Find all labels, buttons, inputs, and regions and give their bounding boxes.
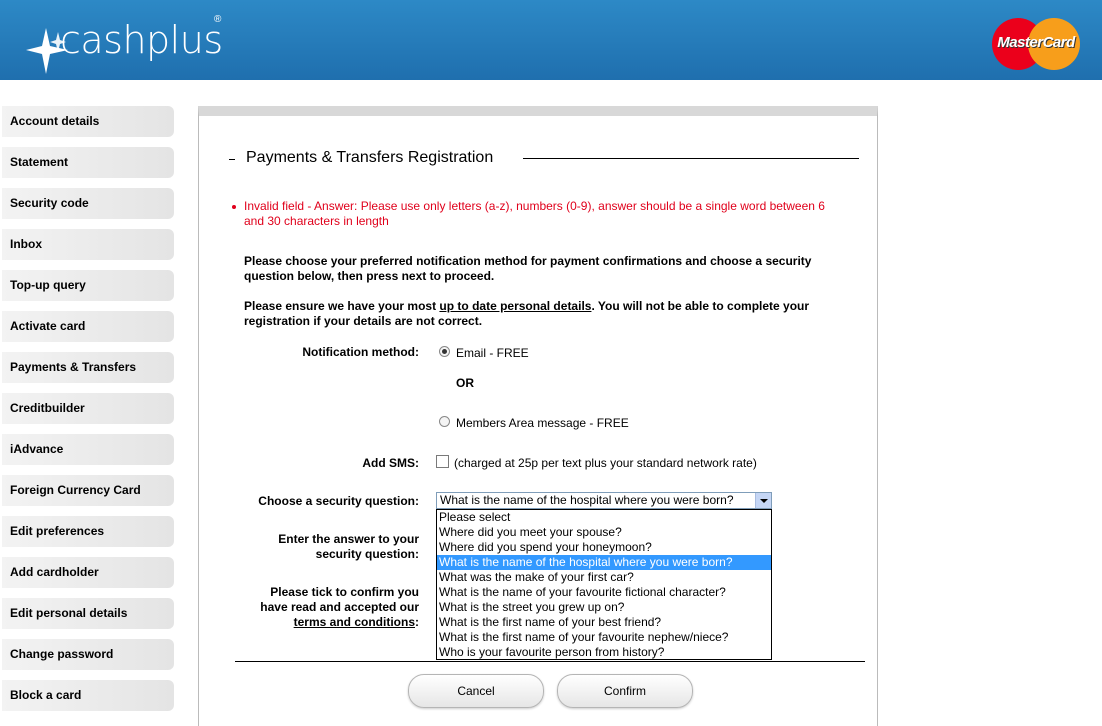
dropdown-option-selected[interactable]: What is the name of the hospital where y… [437,555,771,570]
sidebar-item-change-password[interactable]: Change password [2,639,174,670]
sidebar-item-top-up-query[interactable]: Top-up query [2,270,174,301]
terms-link[interactable]: terms and conditions [294,615,415,629]
sidebar-item-activate-card[interactable]: Activate card [2,311,174,342]
brand-name: cashplus [60,18,223,62]
mastercard-text: MasterCard [997,34,1075,51]
dropdown-option[interactable]: What is the first name of your best frie… [437,615,771,630]
registered-mark: ® [214,14,222,25]
answer-label: Enter the answer to your security questi… [240,532,419,562]
sidebar-item-security-code[interactable]: Security code [2,188,174,219]
terms-colon: : [415,615,419,629]
ensure-text: Please ensure we have your most up to da… [244,299,824,329]
sidebar-item-creditbuilder[interactable]: Creditbuilder [2,393,174,424]
personal-details-link[interactable]: up to date personal details [439,299,591,313]
page-title: Payments & Transfers Registration [240,149,500,167]
mastercard-logo: MasterCard [992,18,1080,70]
members-area-radio[interactable] [439,416,450,427]
sidebar-item-account-details[interactable]: Account details [2,106,174,137]
dropdown-option[interactable]: Please select [437,510,771,525]
email-radio[interactable] [439,346,450,357]
add-sms-label: Add SMS: [362,456,419,470]
dropdown-option[interactable]: Who is your favourite person from histor… [437,645,771,660]
sidebar-item-edit-personal-details[interactable]: Edit personal details [2,598,174,629]
dropdown-option[interactable]: What is the street you grew up on? [437,600,771,615]
confirm-button[interactable]: Confirm [557,674,693,708]
sidebar-item-add-cardholder[interactable]: Add cardholder [2,557,174,588]
security-question-value: What is the name of the hospital where y… [440,493,734,507]
fieldset-border-left [229,159,235,160]
answer-label-line2: security question: [315,547,419,561]
dropdown-option[interactable]: What was the make of your first car? [437,570,771,585]
terms-label: Please tick to confirm you have read and… [230,585,419,630]
sidebar-item-inbox[interactable]: Inbox [2,229,174,260]
ensure-prefix: Please ensure we have your most [244,299,440,313]
fieldset-border-right [523,158,859,159]
sidebar-item-foreign-currency-card[interactable]: Foreign Currency Card [2,475,174,506]
security-question-dropdown: Please select Where did you meet your sp… [436,509,772,660]
sidebar-item-edit-preferences[interactable]: Edit preferences [2,516,174,547]
security-question-select[interactable]: What is the name of the hospital where y… [436,492,772,509]
form-bottom-divider [235,661,865,662]
dropdown-option[interactable]: What is the first name of your favourite… [437,630,771,645]
terms-label-line1: Please tick to confirm you [270,585,419,599]
error-bullet-icon [232,205,236,209]
dropdown-option[interactable]: Where did you meet your spouse? [437,525,771,540]
intro-text: Please choose your preferred notificatio… [244,254,812,283]
sidebar-nav: Account details Statement Security code … [2,106,176,721]
answer-label-line1: Enter the answer to your [278,532,419,546]
sidebar-item-payments-transfers[interactable]: Payments & Transfers [2,352,174,383]
sidebar-item-iadvance[interactable]: iAdvance [2,434,174,465]
error-message: Invalid field - Answer: Please use only … [232,199,847,229]
security-question-label: Choose a security question: [258,494,419,508]
sms-description: (charged at 25p per text plus your stand… [454,456,757,470]
or-text: OR [456,376,474,390]
error-text: Invalid field - Answer: Please use only … [244,199,825,228]
cancel-button[interactable]: Cancel [408,674,544,708]
dropdown-option[interactable]: What is the name of your favourite ficti… [437,585,771,600]
dropdown-option[interactable]: Where did you spend your honeymoon? [437,540,771,555]
terms-label-line2: have read and accepted our [260,600,419,614]
sidebar-item-block-card[interactable]: Block a card [2,680,174,711]
sms-checkbox[interactable] [436,455,449,468]
notification-method-label: Notification method: [302,345,419,359]
header: cashplus ® MasterCard [0,0,1102,80]
members-area-option-label: Members Area message - FREE [456,416,629,430]
email-option-label: Email - FREE [456,346,529,360]
chevron-down-icon[interactable] [755,493,771,508]
sidebar-item-statement[interactable]: Statement [2,147,174,178]
